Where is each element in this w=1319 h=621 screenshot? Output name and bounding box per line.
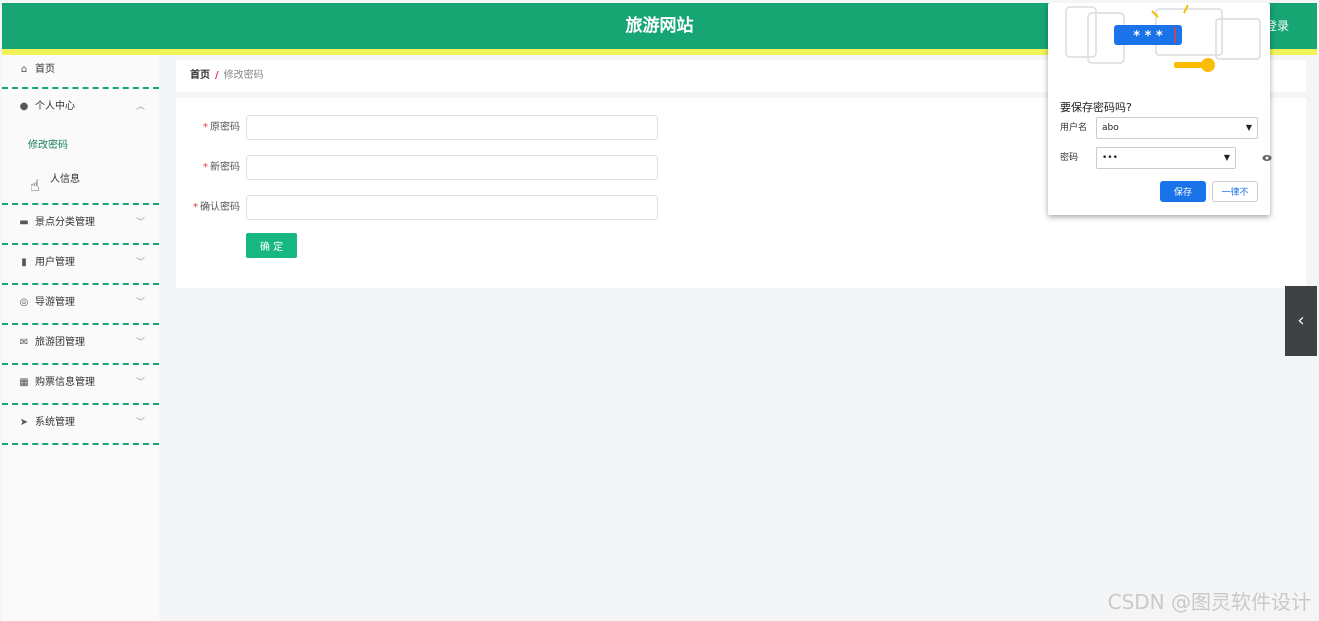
globe-icon: ◎: [19, 297, 29, 308]
sidebar-item-label: 导游管理: [35, 297, 75, 308]
password-illustration: * * *: [1065, 4, 1261, 72]
sidebar-item-label: 系统管理: [35, 417, 75, 428]
sidebar-item-tickets[interactable]: ▦ 购票信息管理 ﹀: [2, 365, 159, 405]
sidebar-item-guides[interactable]: ◎ 导游管理 ﹀: [2, 285, 159, 325]
never-save-button[interactable]: 一律不: [1212, 181, 1258, 202]
confirm-password-field[interactable]: [246, 195, 658, 220]
send-icon: ➤: [19, 417, 29, 428]
sidebar: ⌂ 首页 ● 个人中心 ︿ 修改密码 ☝ 人信息 ▬ 景点分类管理 ﹀ ▮ 用户管理 ﹀…: [2, 55, 159, 621]
chevron-down-icon: ﹀: [135, 258, 145, 268]
hand-cursor-icon: ☝: [30, 176, 40, 195]
new-password-field[interactable]: [246, 155, 658, 180]
breadcrumb-current: 修改密码: [223, 70, 264, 81]
password-label: 密码: [1060, 153, 1079, 163]
user-icon: ●: [19, 101, 29, 112]
password-select[interactable]: ••• ▼: [1096, 147, 1236, 169]
sidebar-item-label: 首页: [35, 64, 55, 75]
old-password-field[interactable]: [246, 115, 658, 140]
sidebar-subitem-change-password[interactable]: 修改密码: [2, 129, 159, 163]
chevron-left-icon[interactable]: ‹: [1285, 286, 1317, 356]
grid-icon: ▦: [19, 377, 29, 388]
save-password-dialog: * * * 要保存密码吗? 用户名 abo ▼ 密码 ••• ▼ 保存 一律不: [1048, 3, 1272, 215]
chevron-down-icon: ﹀: [135, 338, 145, 348]
username-select[interactable]: abo ▼: [1096, 117, 1258, 139]
old-password-label: * 原密码: [203, 122, 240, 133]
sidebar-item-label: 景点分类管理: [35, 217, 95, 228]
new-password-label: * 新密码: [203, 162, 240, 173]
chevron-down-icon: ﹀: [135, 218, 145, 228]
sidebar-item-label: 个人中心: [35, 101, 75, 112]
password-row: 密码 ••• ▼: [1060, 147, 1260, 169]
dropdown-arrow-icon: ▼: [1245, 123, 1252, 132]
monitor-icon: ▬: [19, 217, 29, 228]
chevron-down-icon: ﹀: [135, 298, 145, 308]
username-row: 用户名 abo ▼: [1060, 117, 1260, 139]
app-window: 旅游网站 登录 ⌂ 首页 ● 个人中心 ︿ 修改密码 ☝ 人信息 ▬ 景点分类管理 ﹀…: [2, 3, 1317, 621]
chevron-up-icon: ︿: [135, 102, 145, 112]
mail-icon: ✉: [19, 337, 29, 348]
sidebar-item-users[interactable]: ▮ 用户管理 ﹀: [2, 245, 159, 285]
save-password-button[interactable]: 保存: [1160, 181, 1206, 202]
confirm-password-label: * 确认密码: [193, 202, 240, 213]
confirm-button[interactable]: 确 定: [246, 233, 297, 258]
username-label: 用户名: [1060, 123, 1088, 133]
confirm-password-row: * 确认密码: [176, 195, 676, 221]
sidebar-item-label: 购票信息管理: [35, 377, 95, 388]
sidebar-item-label: 旅游团管理: [35, 337, 85, 348]
home-icon: ⌂: [20, 64, 28, 75]
breadcrumb-separator: /: [215, 70, 219, 81]
dropdown-arrow-icon: ▼: [1223, 153, 1230, 162]
sidebar-item-label: 用户管理: [35, 257, 75, 268]
save-password-title: 要保存密码吗?: [1060, 101, 1132, 114]
sidebar-subitem-personal-info[interactable]: ☝ 人信息: [2, 163, 159, 197]
trash-icon: ▮: [21, 257, 27, 268]
sidebar-item-home[interactable]: ⌂ 首页: [2, 55, 159, 89]
sidebar-subitem-label: 人信息: [50, 174, 80, 185]
watermark: CSDN @图灵软件设计: [1107, 590, 1311, 614]
svg-text:* * *: * * *: [1133, 29, 1163, 44]
eye-icon[interactable]: [1262, 153, 1272, 163]
new-password-row: * 新密码: [176, 155, 676, 181]
old-password-row: * 原密码: [176, 115, 676, 141]
breadcrumb-home[interactable]: 首页: [190, 70, 210, 81]
chevron-down-icon: ﹀: [135, 418, 145, 428]
sidebar-item-tour-groups[interactable]: ✉ 旅游团管理 ﹀: [2, 325, 159, 365]
sidebar-item-system[interactable]: ➤ 系统管理 ﹀: [2, 405, 159, 445]
sidebar-item-scenic-category[interactable]: ▬ 景点分类管理 ﹀: [2, 205, 159, 245]
chevron-down-icon: ﹀: [135, 378, 145, 388]
sidebar-item-personal-center[interactable]: ● 个人中心 ︿: [2, 89, 159, 129]
sidebar-group-personal-center: ● 个人中心 ︿ 修改密码 ☝ 人信息: [2, 89, 159, 205]
